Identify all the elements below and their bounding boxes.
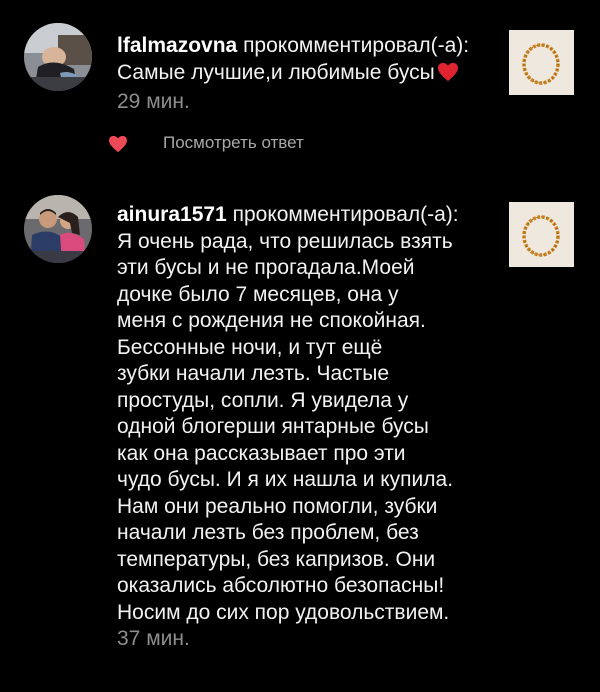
comment-line: оказались абсолютно безопасны!: [117, 574, 445, 597]
comment-line: чудо бусы. И я их нашла и купила.: [117, 468, 454, 491]
avatar-photo-icon: [24, 23, 92, 91]
comment-line: Самые лучшие,и любимые бусы: [117, 60, 435, 84]
comment-line: дочке было 7 месяцев, она у: [117, 282, 399, 306]
comment-text: Я очень рада, что решилась взять эти бус…: [117, 229, 497, 627]
comment-line: температуры, без капризов. Они: [117, 547, 436, 571]
comment-line: Носим до сих пор удовольствием.: [117, 600, 450, 624]
avatar[interactable]: [24, 195, 92, 263]
username[interactable]: lfalmazovna: [117, 34, 237, 57]
heart-icon[interactable]: [108, 133, 130, 153]
comment-line: зубки начали лезть. Частые: [117, 362, 390, 385]
view-reply-button[interactable]: Посмотреть ответ: [108, 130, 304, 156]
post-thumbnail[interactable]: [509, 202, 574, 267]
heart-emoji-icon: [437, 62, 459, 90]
comment-line: как она рассказывает про эти: [117, 441, 406, 465]
post-thumbnail[interactable]: [509, 30, 574, 95]
username[interactable]: ainura1571: [117, 203, 227, 226]
comment-line: одной блогерши янтарные бусы: [117, 415, 429, 438]
avatar[interactable]: [24, 23, 92, 91]
comment-text: Самые лучшие,и любимые бусы: [117, 60, 497, 90]
comment-action: прокомментировал(-а):: [243, 34, 470, 57]
comment-line: простуды, сопли. Я увидела у: [117, 388, 409, 412]
comment-line: Бессонные ночи, и тут ещё: [117, 335, 383, 359]
comment-line: Я очень рада, что решилась взять: [117, 229, 453, 253]
comment-line: меня с рождения не спокойная.: [117, 309, 426, 332]
comment-line: Нам они реально помогли, зубки: [117, 494, 438, 518]
comment-line: эти бусы и не прогадала.Моей: [117, 256, 415, 279]
amber-necklace-icon: [509, 30, 574, 95]
amber-necklace-icon: [509, 202, 574, 267]
comment-action: прокомментировал(-а):: [232, 203, 459, 226]
view-reply-label[interactable]: Посмотреть ответ: [163, 133, 304, 153]
comment-line: начали лезть без проблем, без: [117, 521, 419, 544]
notification-item[interactable]: ainura1571 прокомментировал(-а): Я очень…: [0, 180, 600, 692]
notification-item[interactable]: lfalmazovna прокомментировал(-а): Самые …: [0, 0, 600, 125]
timestamp: 29 мин.: [117, 90, 190, 113]
timestamp: 37 мин.: [117, 627, 190, 650]
avatar-photo-icon: [24, 195, 92, 263]
